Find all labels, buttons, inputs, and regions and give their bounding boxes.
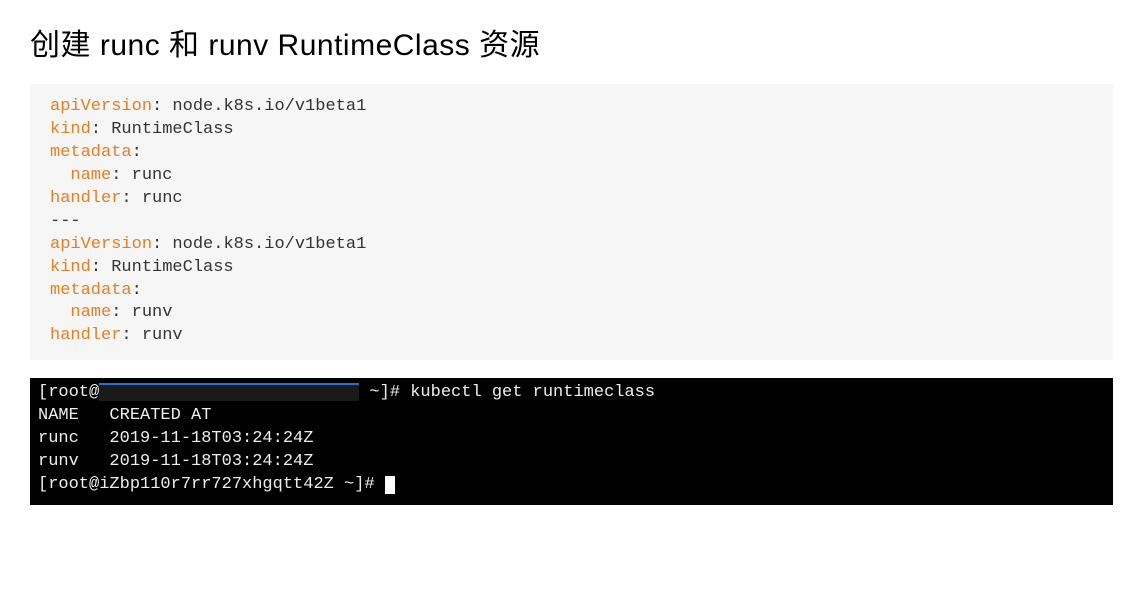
- yaml-line: kind: RuntimeClass: [50, 119, 1093, 142]
- terminal-line: [root@ ~]# kubectl get runtimeclass: [38, 382, 1105, 405]
- terminal-row: runc 2019-11-18T03:24:24Z: [38, 428, 1105, 451]
- terminal-prompt: [root@iZbp110r7rr727xhgqtt42Z ~]#: [38, 474, 1105, 497]
- redacted-hostname: [99, 383, 359, 401]
- yaml-line: apiVersion: node.k8s.io/v1beta1: [50, 96, 1093, 119]
- page-title: 创建 runc 和 runv RuntimeClass 资源: [30, 20, 1113, 64]
- yaml-line: handler: runv: [50, 325, 1093, 348]
- yaml-code-block: apiVersion: node.k8s.io/v1beta1kind: Run…: [30, 84, 1113, 360]
- terminal-output: [root@ ~]# kubectl get runtimeclassNAME …: [30, 378, 1113, 505]
- terminal-header: NAME CREATED AT: [38, 405, 1105, 428]
- yaml-line: apiVersion: node.k8s.io/v1beta1: [50, 234, 1093, 257]
- terminal-row: runv 2019-11-18T03:24:24Z: [38, 451, 1105, 474]
- yaml-line: metadata:: [50, 142, 1093, 165]
- yaml-line: handler: runc: [50, 188, 1093, 211]
- yaml-line: name: runv: [50, 302, 1093, 325]
- yaml-line: kind: RuntimeClass: [50, 257, 1093, 280]
- yaml-line: ---: [50, 211, 1093, 234]
- yaml-line: metadata:: [50, 280, 1093, 303]
- cursor: [385, 476, 395, 494]
- yaml-line: name: runc: [50, 165, 1093, 188]
